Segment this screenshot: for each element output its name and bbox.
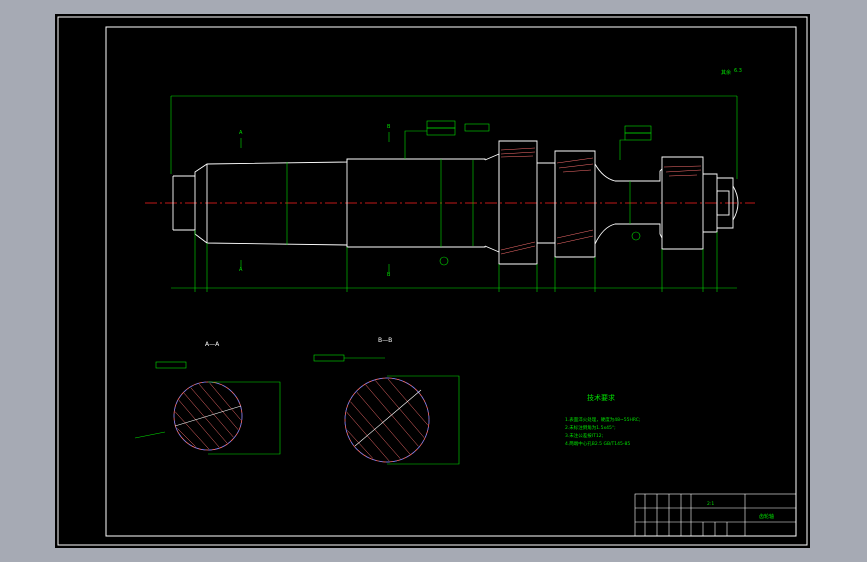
inner-frame [105,26,797,537]
technical-requirements: 技术要求 1.表面淬火处理，硬度为48~55HRC; 2.未标注倒角为1.5x4… [565,393,640,447]
shaft-outline [172,140,739,265]
datum-symbols [439,231,641,266]
section-cut-markers: A A B B [239,124,391,278]
svg-text:B: B [387,124,391,130]
svg-text:B: B [387,272,391,278]
section-cut-lines [240,132,390,272]
overall-length-dimension [170,95,738,179]
roughness-symbol: 其余 6.3 [721,68,742,76]
tech-req-item: 3.未注公差按IT12; [565,432,603,439]
title-block-scale: 2:1 [707,501,714,507]
cad-viewport[interactable]: 其余 6.3 A A B B A—A B—B 技术要求 1.表面淬火处理，硬度为… [55,14,810,548]
tech-req-item: 2.未标注倒角为1.5x45°; [565,424,616,431]
tolerance-leaders [286,120,652,247]
title-block-part-name: 齿轮轴 [759,513,774,520]
tech-req-item: 4.两端中心孔B2.5 GB/T145-85 [565,440,630,447]
drawing-canvas: 其余 6.3 A A B B A—A B—B 技术要求 1.表面淬火处理，硬度为… [57,16,808,546]
tech-req-title: 技术要求 [587,393,615,402]
section-bb-label: B—B [378,337,392,344]
section-aa-label: A—A [205,341,220,348]
section-aa-view [134,361,281,455]
svg-text:A: A [239,130,243,136]
svg-text:6.3: 6.3 [734,68,742,74]
length-dimension-chain [171,230,737,292]
tech-req-item: 1.表面淬火处理，硬度为48~55HRC; [565,416,640,423]
svg-text:其余: 其余 [721,69,731,76]
section-bb-view [313,354,460,465]
gear-teeth-hatch [500,147,702,255]
